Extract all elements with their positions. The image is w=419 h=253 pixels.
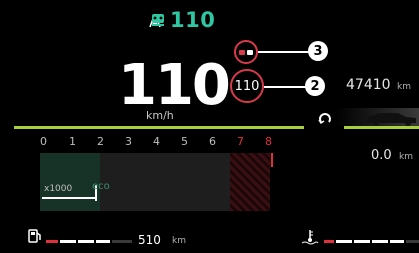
fuel-pump-icon bbox=[27, 228, 43, 248]
separator-right bbox=[344, 126, 419, 129]
traffic-sign-recognition-icon bbox=[234, 40, 258, 64]
rpm-needle-bar bbox=[42, 197, 96, 199]
coolant-temperature-icon bbox=[301, 229, 319, 249]
rpm-label: 4 bbox=[153, 135, 160, 148]
rpm-label: 2 bbox=[97, 135, 104, 148]
odometer-unit: km bbox=[397, 82, 411, 92]
fuel-seg bbox=[96, 240, 110, 243]
instrument-cluster: 110 110 km/h 3 110 2 47410 km 0.0 km 0 1… bbox=[0, 0, 419, 253]
coolant-seg bbox=[336, 240, 352, 243]
callout-upper: 3 bbox=[308, 41, 328, 61]
car-side-icon bbox=[336, 108, 419, 126]
trip-unit: km bbox=[399, 152, 413, 162]
trip-distance: 0.0 bbox=[371, 148, 392, 163]
rpm-gauge: 0 1 2 3 4 5 6 7 8 bbox=[40, 135, 283, 213]
callout-lower: 2 bbox=[305, 76, 325, 96]
fuel-range-value: 510 bbox=[138, 233, 161, 247]
coolant-seg bbox=[390, 240, 404, 243]
cruise-control-icon bbox=[149, 11, 167, 33]
coolant-seg bbox=[354, 240, 370, 243]
callout-line-lower bbox=[264, 86, 308, 88]
rpm-label: 6 bbox=[209, 135, 216, 148]
redline-marker bbox=[271, 153, 273, 167]
fuel-seg-empty bbox=[112, 240, 132, 243]
eco-label: eco bbox=[92, 181, 110, 192]
rpm-redline-zone bbox=[230, 153, 270, 211]
fuel-seg bbox=[78, 240, 94, 243]
rpm-label: 3 bbox=[125, 135, 132, 148]
fuel-seg-red bbox=[46, 240, 58, 243]
coolant-seg-red bbox=[324, 240, 334, 243]
rpm-eco-zone bbox=[40, 153, 100, 211]
fuel-range-unit: km bbox=[172, 236, 186, 246]
speed-limit-sign: 110 bbox=[230, 69, 264, 103]
odometer-value: 47410 bbox=[346, 77, 391, 93]
callout-line-upper bbox=[258, 51, 310, 53]
separator-left bbox=[14, 126, 304, 129]
speed-unit: km/h bbox=[146, 109, 174, 122]
coolant-seg bbox=[372, 240, 388, 243]
coolant-seg-empty bbox=[406, 240, 419, 243]
rpm-label: 0 bbox=[40, 135, 47, 148]
rpm-multiplier: x1000 bbox=[44, 184, 73, 194]
rpm-label: 1 bbox=[69, 135, 76, 148]
reset-arrow-icon[interactable] bbox=[318, 112, 332, 131]
rpm-label: 7 bbox=[237, 135, 244, 148]
fuel-seg bbox=[60, 240, 76, 243]
cruise-set-speed: 110 bbox=[170, 8, 216, 32]
current-speed: 110 bbox=[118, 53, 231, 118]
rpm-label: 5 bbox=[181, 135, 188, 148]
rpm-label: 8 bbox=[265, 135, 272, 148]
